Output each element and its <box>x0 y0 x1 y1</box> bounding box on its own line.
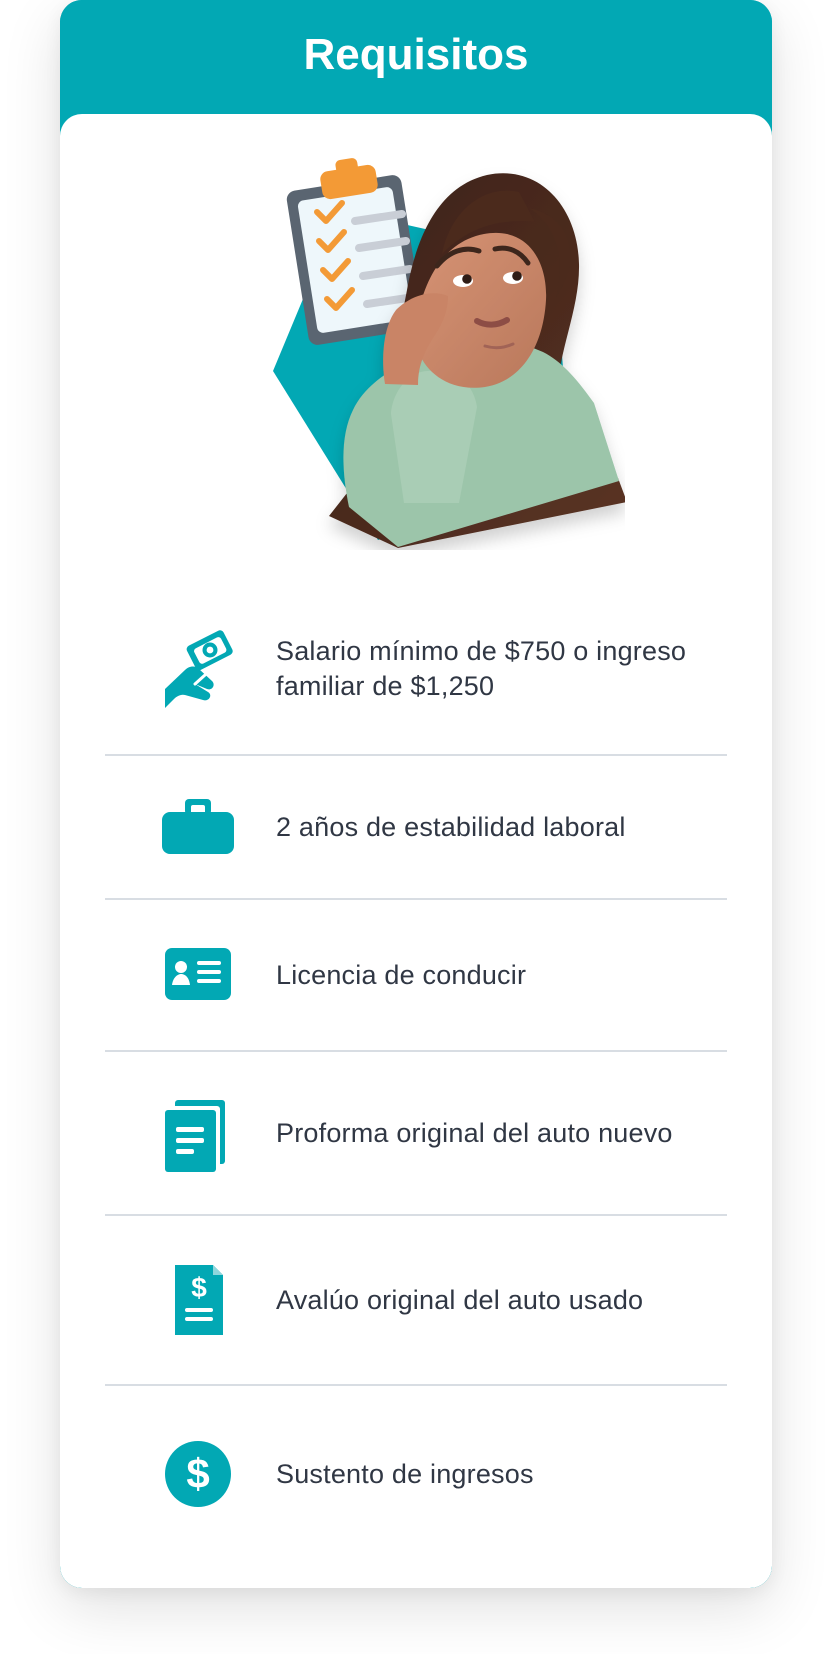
requirement-item-income: Salario mínimo de $750 o ingreso familia… <box>105 584 727 756</box>
document-stack-icon <box>154 1089 242 1177</box>
svg-text:$: $ <box>191 1272 207 1303</box>
price-document-icon: $ <box>154 1256 242 1344</box>
requirement-item-income-proof: $ Sustento de ingresos <box>105 1386 727 1562</box>
dollar-circle-icon: $ <box>154 1430 242 1518</box>
requirements-card: Requisitos Salario mínimo de $750 o ingr… <box>60 0 772 1588</box>
card-body: Salario mínimo de $750 o ingreso familia… <box>60 114 772 1588</box>
requirement-item-work-stability: 2 años de estabilidad laboral <box>105 756 727 900</box>
svg-text:$: $ <box>186 1450 209 1497</box>
page-title: Requisitos <box>303 30 529 79</box>
requirement-label-income-proof: Sustento de ingresos <box>276 1458 534 1489</box>
hero-illustration <box>195 130 625 550</box>
requirement-label-income: Salario mínimo de $750 o ingreso familia… <box>276 636 687 701</box>
requirement-label-new-car-proforma: Proforma original del auto nuevo <box>276 1117 673 1148</box>
card-header: Requisitos <box>60 0 772 114</box>
requirement-item-new-car-proforma: Proforma original del auto nuevo <box>105 1052 727 1216</box>
briefcase-icon <box>154 783 242 871</box>
id-card-icon <box>154 931 242 1019</box>
requirement-item-driver-license: Licencia de conducir <box>105 900 727 1052</box>
requirement-label-work-stability: 2 años de estabilidad laboral <box>276 811 626 842</box>
money-hand-icon <box>154 625 242 713</box>
requirements-list: Salario mínimo de $750 o ingreso familia… <box>105 584 727 1562</box>
requirement-label-used-car-appraisal: Avalúo original del auto usado <box>276 1284 644 1315</box>
requirement-item-used-car-appraisal: $ Avalúo original del auto usado <box>105 1216 727 1386</box>
requirement-label-driver-license: Licencia de conducir <box>276 959 527 990</box>
